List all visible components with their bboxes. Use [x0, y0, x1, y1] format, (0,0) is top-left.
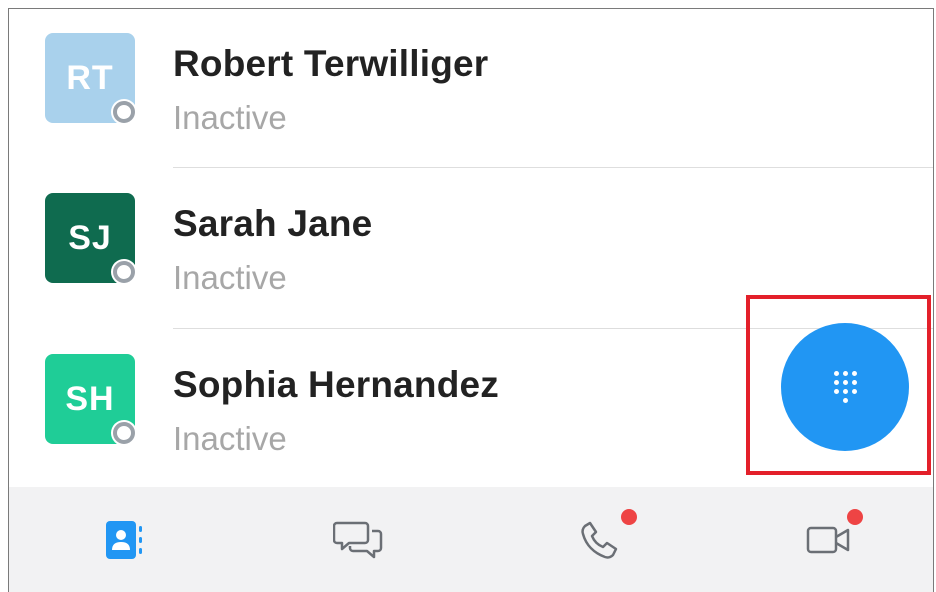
contact-status: Inactive: [173, 99, 287, 136]
presence-indicator: [111, 420, 137, 446]
contacts-icon: [106, 521, 142, 559]
avatar-initials: RT: [66, 58, 114, 97]
tab-calls[interactable]: [541, 487, 661, 592]
contact-status: Inactive: [173, 420, 287, 457]
tab-video[interactable]: [769, 487, 889, 592]
notification-badge: [847, 509, 863, 525]
avatar: SJ: [45, 193, 137, 285]
avatar-initials: SJ: [68, 218, 112, 257]
app-window: RT Robert Terwilliger Inactive SJ Sarah …: [8, 8, 934, 592]
presence-indicator: [111, 259, 137, 285]
avatar-initials: SH: [65, 379, 115, 418]
bottom-tab-bar: [9, 487, 933, 592]
contact-name: Robert Terwilliger: [173, 43, 489, 84]
video-icon: [806, 526, 850, 554]
contact-name: Sarah Jane: [173, 203, 373, 244]
chat-icon: [333, 521, 383, 559]
avatar: SH: [45, 354, 137, 446]
divider: [173, 167, 933, 168]
contact-list-item[interactable]: RT Robert Terwilliger Inactive: [9, 9, 933, 169]
phone-icon: [581, 521, 618, 559]
contact-status: Inactive: [173, 259, 287, 296]
presence-indicator: [111, 99, 137, 125]
tab-contacts[interactable]: [63, 487, 183, 592]
contact-name: Sophia Hernandez: [173, 364, 499, 405]
highlight-box: [746, 295, 931, 475]
avatar: RT: [45, 33, 137, 125]
tab-chat[interactable]: [299, 487, 419, 592]
notification-badge: [621, 509, 637, 525]
